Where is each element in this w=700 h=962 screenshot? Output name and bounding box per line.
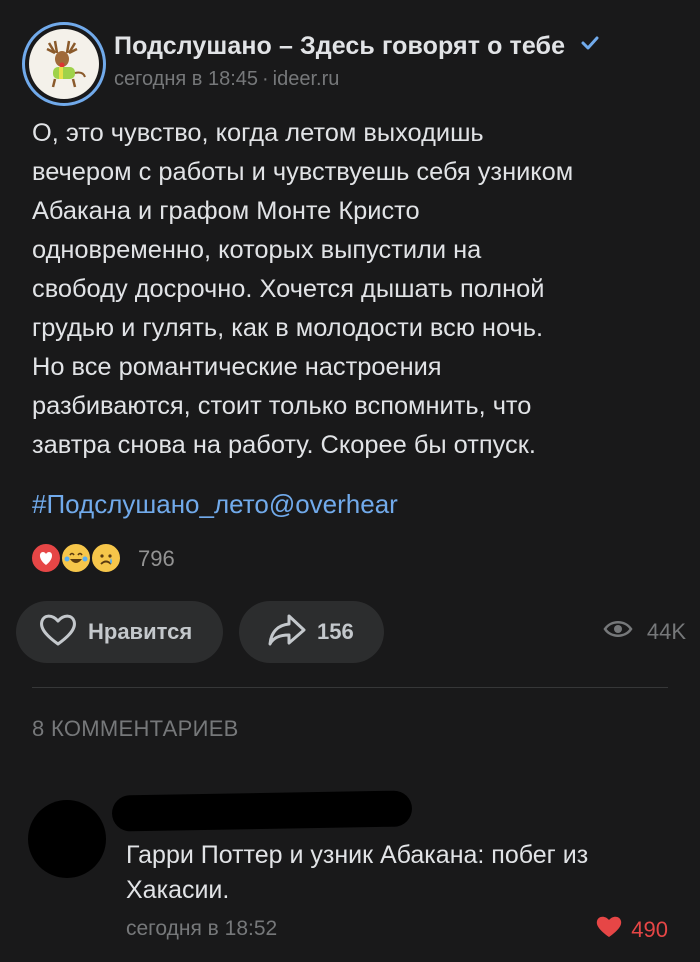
comment-like-button[interactable]: 490 (595, 915, 668, 945)
commenter-avatar-redacted[interactable] (28, 800, 106, 878)
share-button[interactable]: 156 (239, 601, 384, 663)
heart-reaction-icon (30, 542, 62, 574)
author-name-text[interactable]: Подслушано – Здесь говорят о тебе (114, 32, 565, 60)
like-button[interactable]: Нравится (16, 601, 223, 663)
post-text-line: одновременно, которых выпустили на (32, 236, 482, 264)
like-button-label: Нравится (88, 619, 193, 644)
post-meta: сегодня в 18:45 · ideer.ru (114, 68, 340, 90)
share-arrow-icon (267, 612, 307, 653)
commenter-name-redacted[interactable] (111, 790, 413, 832)
post-text: О, это чувство, когда летом выходишь веч… (32, 114, 672, 465)
crying-reaction-icon (90, 542, 122, 574)
post-text-line: разбиваются, стоит только вспомнить, что (32, 392, 532, 420)
post-text-line: завтра снова на работу. Скорее бы отпуск… (32, 431, 536, 459)
eye-icon (603, 619, 633, 645)
comment-time[interactable]: сегодня в 18:52 (126, 917, 277, 941)
author-name[interactable]: Подслушано – Здесь говорят о тебе (114, 32, 600, 61)
views-counter: 44K (603, 619, 686, 645)
share-count: 156 (317, 619, 354, 644)
post-time[interactable]: сегодня в 18:45 (114, 68, 258, 90)
hashtag-link[interactable]: #Подслушано_лето@overhear (32, 489, 398, 520)
comment-text: Гарри Поттер и узник Абакана: побег из Х… (126, 841, 589, 904)
heart-outline-icon (38, 612, 78, 653)
post-header: Подслушано – Здесь говорят о тебе сегодн… (22, 22, 690, 106)
post-text-line: Но все романтические настроения (32, 353, 442, 381)
heart-filled-icon (595, 915, 623, 945)
community-avatar[interactable] (22, 22, 106, 106)
reindeer-logo-icon (29, 29, 99, 99)
post-text-line: Абакана и графом Монте Кристо (32, 197, 420, 225)
post-text-line: вечером с работы и чувствуешь себя узник… (32, 158, 574, 186)
divider (32, 687, 668, 688)
post-text-line: грудью и гулять, как в молодости всю ноч… (32, 314, 544, 342)
post-source[interactable]: ideer.ru (273, 68, 340, 90)
post-text-line: свободу досрочно. Хочется дышать полной (32, 275, 545, 303)
verified-check-icon (580, 31, 600, 60)
post-text-line: О, это чувство, когда летом выходишь (32, 119, 484, 147)
reactions-count: 796 (138, 546, 175, 571)
views-count: 44K (646, 619, 686, 644)
laughing-tears-reaction-icon (60, 542, 92, 574)
comments-count-header: 8 КОММЕНТАРИЕВ (32, 716, 239, 741)
comment-likes-count: 490 (631, 917, 668, 942)
